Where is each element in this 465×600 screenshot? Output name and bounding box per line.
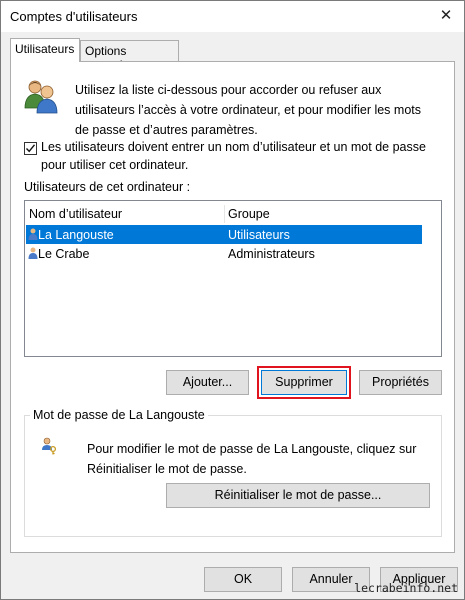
require-login-checkbox[interactable]: [24, 142, 37, 155]
remove-button[interactable]: Supprimer: [257, 366, 351, 399]
tab-page-utilisateurs: Utilisez la liste ci-dessous pour accord…: [10, 61, 455, 553]
users-listview[interactable]: Nom d’utilisateur Groupe La Langouste Ut…: [24, 200, 442, 357]
user-key-icon: [42, 437, 57, 455]
title-bar: Comptes d'utilisateurs ✕: [1, 1, 464, 32]
password-group-label: Mot de passe de La Langouste: [30, 408, 208, 422]
password-instructions: Pour modifier le mot de passe de La Lang…: [87, 442, 417, 476]
column-divider[interactable]: [224, 205, 225, 223]
column-header-group[interactable]: Groupe: [228, 207, 270, 221]
tab-utilisateurs-label: Utilisateurs: [15, 42, 75, 56]
users-list-label: Utilisateurs de cet ordinateur :: [24, 180, 191, 194]
close-icon[interactable]: ✕: [438, 8, 454, 24]
reset-password-button[interactable]: Réinitialiser le mot de passe...: [166, 483, 430, 508]
tab-utilisateurs[interactable]: Utilisateurs: [10, 38, 80, 62]
column-header-username[interactable]: Nom d’utilisateur: [29, 207, 122, 221]
table-row[interactable]: Le Crabe Administrateurs: [26, 244, 422, 263]
watermark: lecrabeinfo.net: [354, 581, 458, 595]
users-list-header: Nom d’utilisateur Groupe: [25, 203, 441, 223]
tab-options-avancees[interactable]: Options avancées: [80, 40, 179, 72]
user-group: Administrateurs: [228, 247, 315, 261]
checkmark-icon: [25, 144, 36, 153]
user-name: Le Crabe: [38, 247, 90, 261]
user-group: Utilisateurs: [228, 228, 290, 242]
user-icon: [28, 247, 38, 259]
user-accounts-dialog: Comptes d'utilisateurs ✕ Utilisateurs Op…: [0, 0, 465, 600]
window-title: Comptes d'utilisateurs: [10, 9, 138, 24]
table-row[interactable]: La Langouste Utilisateurs: [26, 225, 422, 244]
users-icon: [24, 80, 58, 114]
user-name: La Langouste: [38, 228, 114, 242]
require-login-label: Les utilisateurs doivent entrer un nom d…: [41, 140, 426, 172]
add-button[interactable]: Ajouter...: [166, 370, 249, 395]
intro-text: Utilisez la liste ci-dessous pour accord…: [75, 83, 421, 137]
properties-button[interactable]: Propriétés: [359, 370, 442, 395]
user-icon: [28, 228, 38, 240]
ok-button[interactable]: OK: [204, 567, 282, 592]
